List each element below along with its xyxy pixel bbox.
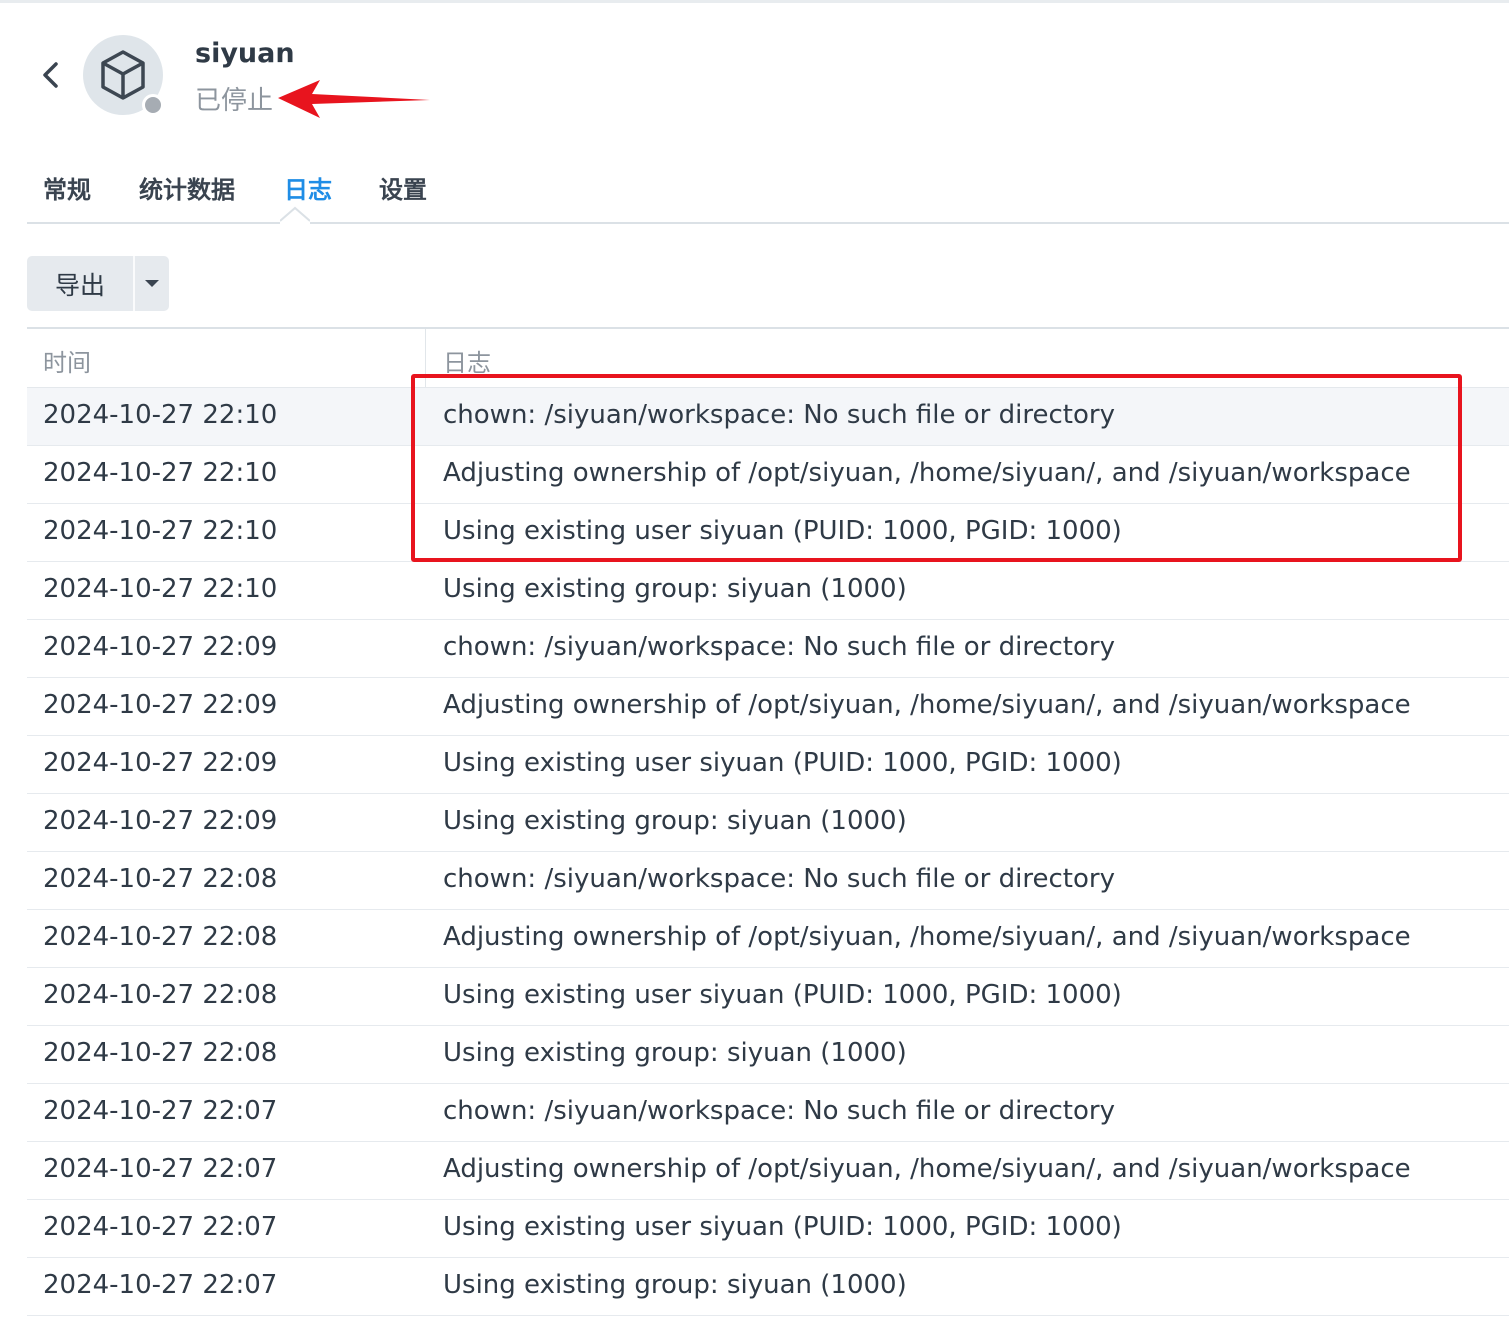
annotation-arrow: [278, 80, 430, 118]
table-row[interactable]: 2024-10-27 22:07 Using existing user siyu…: [27, 1200, 1509, 1258]
column-header-time[interactable]: 时间: [43, 343, 91, 378]
cell-log: Using existing group: siyuan (1000): [443, 574, 907, 604]
caret-down-icon: [145, 279, 159, 287]
cell-log: Adjusting ownership of /opt/siyuan, /hom…: [443, 922, 1411, 952]
table-row[interactable]: 2024-10-27 22:07 chown: /siyuan/workspace…: [27, 1084, 1509, 1142]
table-row[interactable]: 2024-10-27 22:07 Using existing group: si…: [27, 1258, 1509, 1316]
app-name: siyuan: [195, 38, 295, 69]
cube-icon: [101, 50, 145, 100]
table-header: 时间 日志: [27, 329, 1509, 388]
table-row[interactable]: 2024-10-27 22:08 Adjusting ownership of /…: [27, 910, 1509, 968]
cell-log: Using existing user siyuan (PUID: 1000, …: [443, 748, 1122, 778]
table-row[interactable]: 2024-10-27 22:08 Using existing user siyu…: [27, 968, 1509, 1026]
top-border: [0, 0, 1509, 3]
table-row[interactable]: 2024-10-27 22:07 Adjusting ownership of /…: [27, 1142, 1509, 1200]
active-tab-indicator: [280, 206, 310, 226]
cell-time: 2024-10-27 22:08: [43, 864, 278, 894]
table-row[interactable]: 2024-10-27 22:10 chown: /siyuan/workspace…: [27, 388, 1509, 446]
cell-time: 2024-10-27 22:08: [43, 980, 278, 1010]
export-button[interactable]: 导出: [27, 256, 133, 311]
cell-time: 2024-10-27 22:09: [43, 748, 278, 778]
table-row[interactable]: 2024-10-27 22:08 Using existing group: si…: [27, 1026, 1509, 1084]
table-row[interactable]: 2024-10-27 22:10 Using existing user siyu…: [27, 504, 1509, 562]
cell-time: 2024-10-27 22:09: [43, 806, 278, 836]
cell-time: 2024-10-27 22:09: [43, 632, 278, 662]
table-body: 2024-10-27 22:10 chown: /siyuan/workspace…: [27, 388, 1509, 1316]
cell-log: Using existing user siyuan (PUID: 1000, …: [443, 1212, 1122, 1242]
cell-time: 2024-10-27 22:10: [43, 516, 278, 546]
tab-general[interactable]: 常规: [43, 170, 91, 205]
chevron-left-icon: [43, 62, 58, 88]
tab-statistics[interactable]: 统计数据: [139, 170, 235, 205]
table-row[interactable]: 2024-10-27 22:09 chown: /siyuan/workspace…: [27, 620, 1509, 678]
tab-settings[interactable]: 设置: [379, 170, 427, 205]
cell-time: 2024-10-27 22:07: [43, 1212, 278, 1242]
table-row[interactable]: 2024-10-27 22:10 Using existing group: si…: [27, 562, 1509, 620]
export-button-group: 导出: [27, 256, 169, 311]
cell-time: 2024-10-27 22:08: [43, 922, 278, 952]
table-row[interactable]: 2024-10-27 22:09 Using existing group: si…: [27, 794, 1509, 852]
export-menu-button[interactable]: [135, 256, 169, 311]
cell-log: Using existing user siyuan (PUID: 1000, …: [443, 516, 1122, 546]
cell-log: Using existing group: siyuan (1000): [443, 1038, 907, 1068]
table-row[interactable]: 2024-10-27 22:09 Using existing user siyu…: [27, 736, 1509, 794]
cell-time: 2024-10-27 22:07: [43, 1154, 278, 1184]
cell-log: Using existing group: siyuan (1000): [443, 806, 907, 836]
cell-log: chown: /siyuan/workspace: No such file o…: [443, 632, 1115, 662]
cell-log: Using existing user siyuan (PUID: 1000, …: [443, 980, 1122, 1010]
cell-time: 2024-10-27 22:10: [43, 400, 278, 430]
log-table: 时间 日志 2024-10-27 22:10 chown: /siyuan/wor…: [27, 327, 1509, 1316]
cell-log: chown: /siyuan/workspace: No such file o…: [443, 400, 1115, 430]
cell-log: Adjusting ownership of /opt/siyuan, /hom…: [443, 690, 1411, 720]
app-status: 已停止: [195, 86, 274, 116]
cell-log: Adjusting ownership of /opt/siyuan, /hom…: [443, 1154, 1411, 1184]
status-dot: [142, 94, 164, 116]
cell-time: 2024-10-27 22:07: [43, 1096, 278, 1126]
tab-bar: 常规 统计数据 日志 设置: [27, 160, 1509, 224]
back-button[interactable]: [36, 56, 68, 96]
cell-time: 2024-10-27 22:07: [43, 1270, 278, 1300]
table-row[interactable]: 2024-10-27 22:09 Adjusting ownership of /…: [27, 678, 1509, 736]
cell-log: Adjusting ownership of /opt/siyuan, /hom…: [443, 458, 1411, 488]
cell-log: Using existing group: siyuan (1000): [443, 1270, 907, 1300]
cell-time: 2024-10-27 22:10: [43, 574, 278, 604]
cell-time: 2024-10-27 22:10: [43, 458, 278, 488]
cell-time: 2024-10-27 22:08: [43, 1038, 278, 1068]
table-row[interactable]: 2024-10-27 22:10 Adjusting ownership of /…: [27, 446, 1509, 504]
cell-log: chown: /siyuan/workspace: No such file o…: [443, 864, 1115, 894]
column-header-log[interactable]: 日志: [443, 343, 491, 378]
cell-time: 2024-10-27 22:09: [43, 690, 278, 720]
column-separator[interactable]: [425, 329, 426, 387]
cell-log: chown: /siyuan/workspace: No such file o…: [443, 1096, 1115, 1126]
table-row[interactable]: 2024-10-27 22:08 chown: /siyuan/workspace…: [27, 852, 1509, 910]
